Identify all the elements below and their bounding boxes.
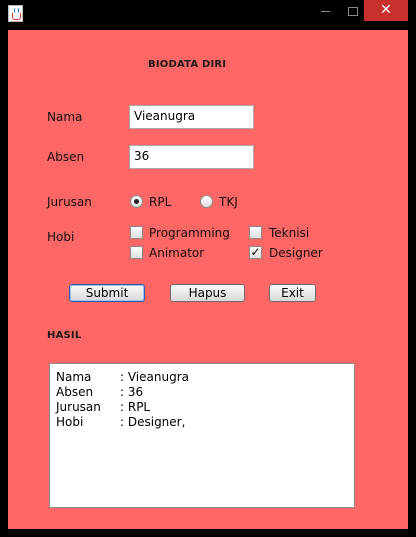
minimize-icon	[321, 11, 330, 12]
result-key: Jurusan	[56, 400, 101, 414]
result-value: : RPL	[120, 400, 151, 414]
result-key: Nama	[56, 370, 92, 384]
check-icon: ✓	[250, 245, 261, 259]
main-panel: BIODATA DIRI Nama Vieanugra Absen 36 Jur…	[8, 30, 408, 529]
title-bar: ✕	[0, 0, 416, 27]
result-value: : Vieanugra	[120, 370, 189, 384]
maximize-icon	[347, 7, 358, 16]
absen-field[interactable]: 36	[129, 145, 254, 169]
nama-field[interactable]: Vieanugra	[129, 105, 254, 129]
hasil-heading: HASIL	[47, 330, 82, 341]
absen-label: Absen	[47, 150, 85, 164]
submit-button[interactable]: Submit	[69, 284, 145, 302]
result-line: Hobi : Designer,	[56, 415, 348, 430]
result-value: : Designer,	[120, 415, 186, 429]
result-line: Nama : Vieanugra	[56, 370, 348, 385]
radio-tkj[interactable]	[200, 195, 213, 208]
result-line: Jurusan : RPL	[56, 400, 348, 415]
checkbox-programming-label[interactable]: Programming	[149, 226, 230, 240]
exit-button[interactable]: Exit	[269, 284, 316, 302]
java-app-icon[interactable]	[8, 5, 23, 22]
radio-rpl[interactable]	[130, 195, 143, 208]
checkbox-programming[interactable]	[130, 226, 143, 239]
form-heading: BIODATA DIRI	[148, 59, 227, 70]
result-value: : 36	[120, 385, 144, 399]
checkbox-teknisi-label[interactable]: Teknisi	[269, 226, 309, 240]
hasil-textarea[interactable]: Nama : Vieanugra Absen : 36 Jurusan : RPL H…	[49, 363, 355, 508]
radio-rpl-label[interactable]: RPL	[149, 195, 171, 209]
nama-label: Nama	[47, 110, 83, 124]
close-button[interactable]: ✕	[364, 0, 408, 21]
hapus-button[interactable]: Hapus	[170, 284, 245, 302]
checkbox-animator[interactable]	[130, 246, 143, 259]
hobi-label: Hobi	[47, 230, 75, 244]
radio-tkj-label[interactable]: TKJ	[219, 195, 238, 209]
checkbox-teknisi[interactable]	[249, 226, 262, 239]
checkbox-designer-label[interactable]: Designer	[269, 246, 323, 260]
checkbox-animator-label[interactable]: Animator	[149, 246, 204, 260]
close-icon: ✕	[380, 2, 392, 18]
result-line: Absen : 36	[56, 385, 348, 400]
result-key: Absen	[56, 385, 94, 399]
checkbox-designer[interactable]: ✓	[249, 246, 262, 259]
result-key: Hobi	[56, 415, 84, 429]
jurusan-label: Jurusan	[47, 195, 92, 209]
